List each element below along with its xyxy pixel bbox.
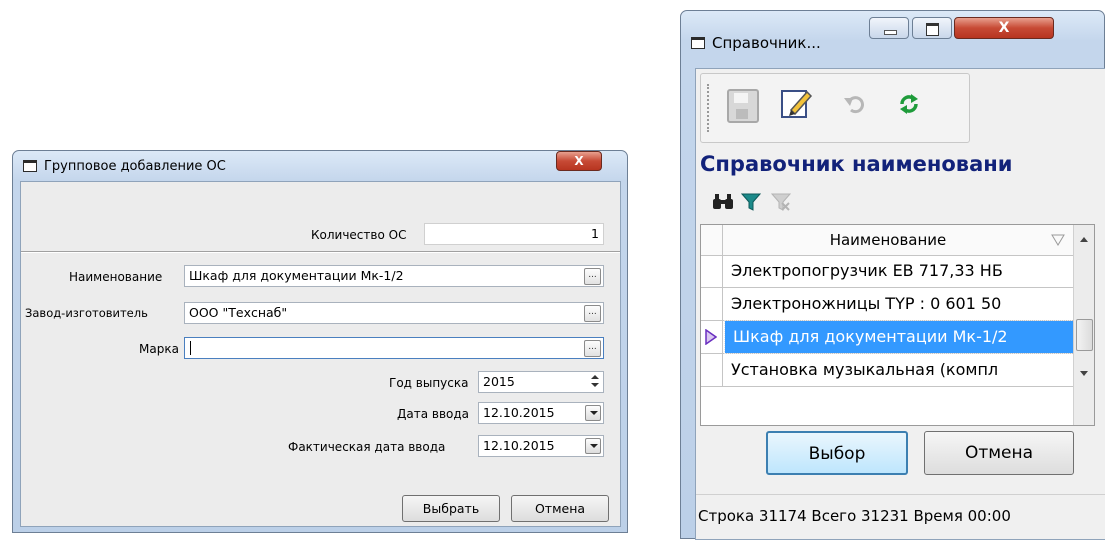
- ellipsis-icon: ...: [588, 307, 597, 317]
- table-row[interactable]: Установка музыкальная (компл: [701, 354, 1073, 387]
- filter-icon[interactable]: [741, 193, 761, 211]
- save-icon[interactable]: [727, 89, 759, 123]
- maximize-button[interactable]: [912, 17, 952, 39]
- window-icon: [691, 37, 705, 49]
- maximize-icon: [926, 23, 939, 36]
- name-input[interactable]: Шкаф для документации Мк-1/2: [184, 265, 604, 287]
- edit-icon[interactable]: [779, 86, 813, 120]
- toolbar-grip: [707, 84, 711, 132]
- close-icon: X: [574, 154, 584, 168]
- choose-button[interactable]: Выбор: [766, 431, 908, 475]
- save-icon-label-area: [734, 93, 748, 103]
- maker-input[interactable]: ООО "Техснаб": [184, 302, 604, 324]
- spin-up-icon[interactable]: [591, 375, 599, 379]
- name-value: Шкаф для документации Мк-1/2: [189, 268, 404, 283]
- dialog-titlebar[interactable]: Групповое добавление ОС: [13, 151, 627, 181]
- grid-body: Электропогрузчик ЕВ 717,33 НБ Электронож…: [701, 255, 1076, 425]
- minimize-icon: [884, 30, 897, 35]
- table-cell-name: Электропогрузчик ЕВ 717,33 НБ: [731, 261, 1003, 280]
- select-button[interactable]: Выбрать: [402, 495, 500, 522]
- binoculars-icon[interactable]: [712, 193, 734, 211]
- group-add-dialog: Групповое добавление ОС X Количество ОС …: [12, 150, 628, 533]
- date-label: Дата ввода: [397, 407, 470, 421]
- window-icon: [23, 160, 37, 172]
- divider: [21, 251, 620, 253]
- sort-icon[interactable]: [1051, 234, 1065, 246]
- cancel-button[interactable]: Отмена: [511, 495, 609, 522]
- status-bar: Строка 31174 Всего 31231 Время 00:00: [696, 494, 1105, 542]
- ellipsis-icon: ...: [588, 342, 597, 352]
- date-dropdown-button[interactable]: [585, 405, 601, 421]
- dialog-client-area: Количество ОС 1 Наименование Шкаф для до…: [20, 181, 621, 527]
- year-label: Год выпуска: [389, 376, 469, 390]
- scroll-down-icon[interactable]: [1080, 371, 1088, 376]
- close-button[interactable]: X: [556, 151, 602, 171]
- brand-browse-button[interactable]: ...: [584, 340, 601, 357]
- table-row[interactable]: Электропогрузчик ЕВ 717,33 НБ: [701, 255, 1073, 288]
- row-indicator: [701, 288, 723, 320]
- current-row-icon: [705, 329, 717, 345]
- scroll-up-icon[interactable]: [1080, 237, 1088, 242]
- column-header-name[interactable]: Наименование: [723, 225, 1053, 255]
- vertical-scrollbar[interactable]: [1073, 225, 1094, 425]
- status-text: Строка 31174 Всего 31231 Время 00:00: [698, 507, 1011, 525]
- refresh-icon[interactable]: [897, 92, 921, 116]
- row-indicator: [701, 354, 723, 386]
- scroll-thumb[interactable]: [1076, 319, 1093, 351]
- year-value: 2015: [483, 374, 515, 389]
- close-icon: X: [998, 20, 1010, 36]
- maker-browse-button[interactable]: ...: [584, 305, 601, 322]
- row-indicator: [701, 255, 723, 287]
- spin-down-icon[interactable]: [591, 383, 599, 387]
- clear-filter-icon[interactable]: [771, 193, 791, 211]
- maker-label: Завод-изготовитель: [25, 306, 148, 320]
- row-indicator-header: [701, 225, 723, 255]
- table-row[interactable]: Электроножницы TYP : 0 601 50: [701, 288, 1073, 321]
- count-input[interactable]: 1: [424, 223, 604, 245]
- close-button[interactable]: X: [954, 17, 1054, 39]
- actual-date-value: 12.10.2015: [483, 438, 555, 453]
- name-browse-button[interactable]: ...: [584, 268, 601, 285]
- table-cell-name: Электроножницы TYP : 0 601 50: [731, 294, 1002, 313]
- table-cell-name: Шкаф для документации Мк-1/2: [724, 320, 1076, 354]
- minimize-button[interactable]: [869, 17, 909, 39]
- brand-input[interactable]: [184, 337, 604, 359]
- cancel-button[interactable]: Отмена: [924, 431, 1074, 475]
- ref-title: Справочник...: [712, 34, 821, 52]
- names-grid: Наименование Электропогрузчик ЕВ 717,33 …: [700, 224, 1095, 426]
- table-row-selected[interactable]: Шкаф для документации Мк-1/2: [701, 320, 1076, 354]
- table-cell-name: Установка музыкальная (компл: [731, 360, 999, 379]
- ellipsis-icon: ...: [588, 270, 597, 280]
- page-title: Справочник наименовани: [700, 152, 1013, 176]
- name-label: Наименование: [69, 270, 163, 284]
- maker-value: ООО "Техснаб": [189, 305, 288, 320]
- row-indicator: [701, 321, 723, 353]
- year-spinner[interactable]: [589, 371, 601, 391]
- save-icon-shutter: [736, 109, 748, 119]
- actual-date-label: Фактическая дата ввода: [288, 440, 446, 454]
- grid-header: Наименование: [701, 225, 1073, 256]
- year-input[interactable]: 2015: [478, 371, 604, 393]
- toolbar: [700, 73, 970, 143]
- date-value: 12.10.2015: [483, 405, 555, 420]
- count-value: 1: [591, 226, 599, 241]
- brand-label: Марка: [139, 342, 179, 356]
- count-label: Количество ОС: [311, 228, 407, 242]
- text-cursor: [190, 341, 191, 355]
- actual-date-dropdown-button[interactable]: [585, 438, 601, 454]
- undo-icon[interactable]: [843, 94, 865, 114]
- ref-client-area: Справочник наименовани Наименование Элек…: [695, 68, 1105, 540]
- dialog-title: Групповое добавление ОС: [44, 158, 226, 174]
- reference-window: Справочник... X Справочник наименовани Н…: [680, 10, 1105, 540]
